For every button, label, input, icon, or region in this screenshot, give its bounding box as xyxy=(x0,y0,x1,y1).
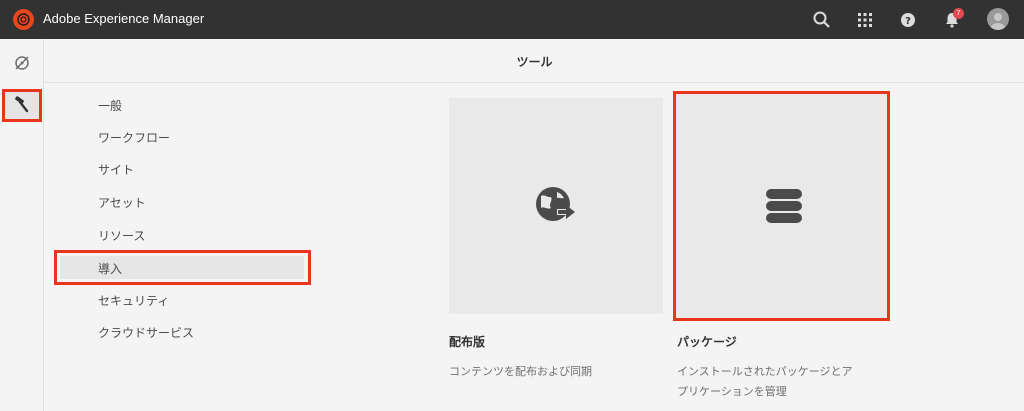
card-distribution[interactable] xyxy=(449,98,663,314)
hammer-icon xyxy=(15,96,29,113)
card-packages-description-line2: プリケーションを管理 xyxy=(677,385,787,398)
card-packages-title[interactable]: パッケージ xyxy=(677,333,737,350)
page-header: ツール xyxy=(45,39,1024,83)
top-bar: Adobe Experience Manager ? 7 xyxy=(0,0,1024,39)
apps-grid-icon[interactable] xyxy=(853,8,877,32)
app-title[interactable]: Adobe Experience Manager xyxy=(43,11,204,26)
card-distribution-description: コンテンツを配布および同期 xyxy=(449,365,592,378)
svg-text:?: ? xyxy=(905,16,911,27)
card-packages-highlight xyxy=(673,91,890,321)
nav-selection-highlight xyxy=(54,250,311,285)
nav-item-general[interactable]: 一般 xyxy=(98,97,122,114)
page-title: ツール xyxy=(516,55,553,69)
nav-item-cloud-services[interactable]: クラウドサービス xyxy=(98,324,194,341)
nav-item-resources[interactable]: リソース xyxy=(98,227,145,244)
card-packages-description-line1: インストールされたパッケージとア xyxy=(677,365,853,378)
nav-item-deployment[interactable]: 導入 xyxy=(98,260,122,277)
rail-item-navigation[interactable] xyxy=(0,47,44,77)
rail-item-tools[interactable] xyxy=(2,89,42,122)
help-icon[interactable]: ? xyxy=(896,8,920,32)
notification-badge: 7 xyxy=(953,8,964,19)
nav-item-sites[interactable]: サイト xyxy=(98,161,134,178)
aem-logo-icon[interactable] xyxy=(13,9,34,30)
globe-arrow-icon xyxy=(536,187,575,221)
nav-item-workflow[interactable]: ワークフロー xyxy=(98,129,170,146)
nav-item-assets[interactable]: アセット xyxy=(98,194,146,211)
card-distribution-title[interactable]: 配布版 xyxy=(449,333,485,350)
compass-icon xyxy=(15,56,29,70)
avatar[interactable] xyxy=(987,8,1009,30)
nav-item-security[interactable]: セキュリティ xyxy=(98,292,169,309)
search-icon[interactable] xyxy=(810,8,834,32)
